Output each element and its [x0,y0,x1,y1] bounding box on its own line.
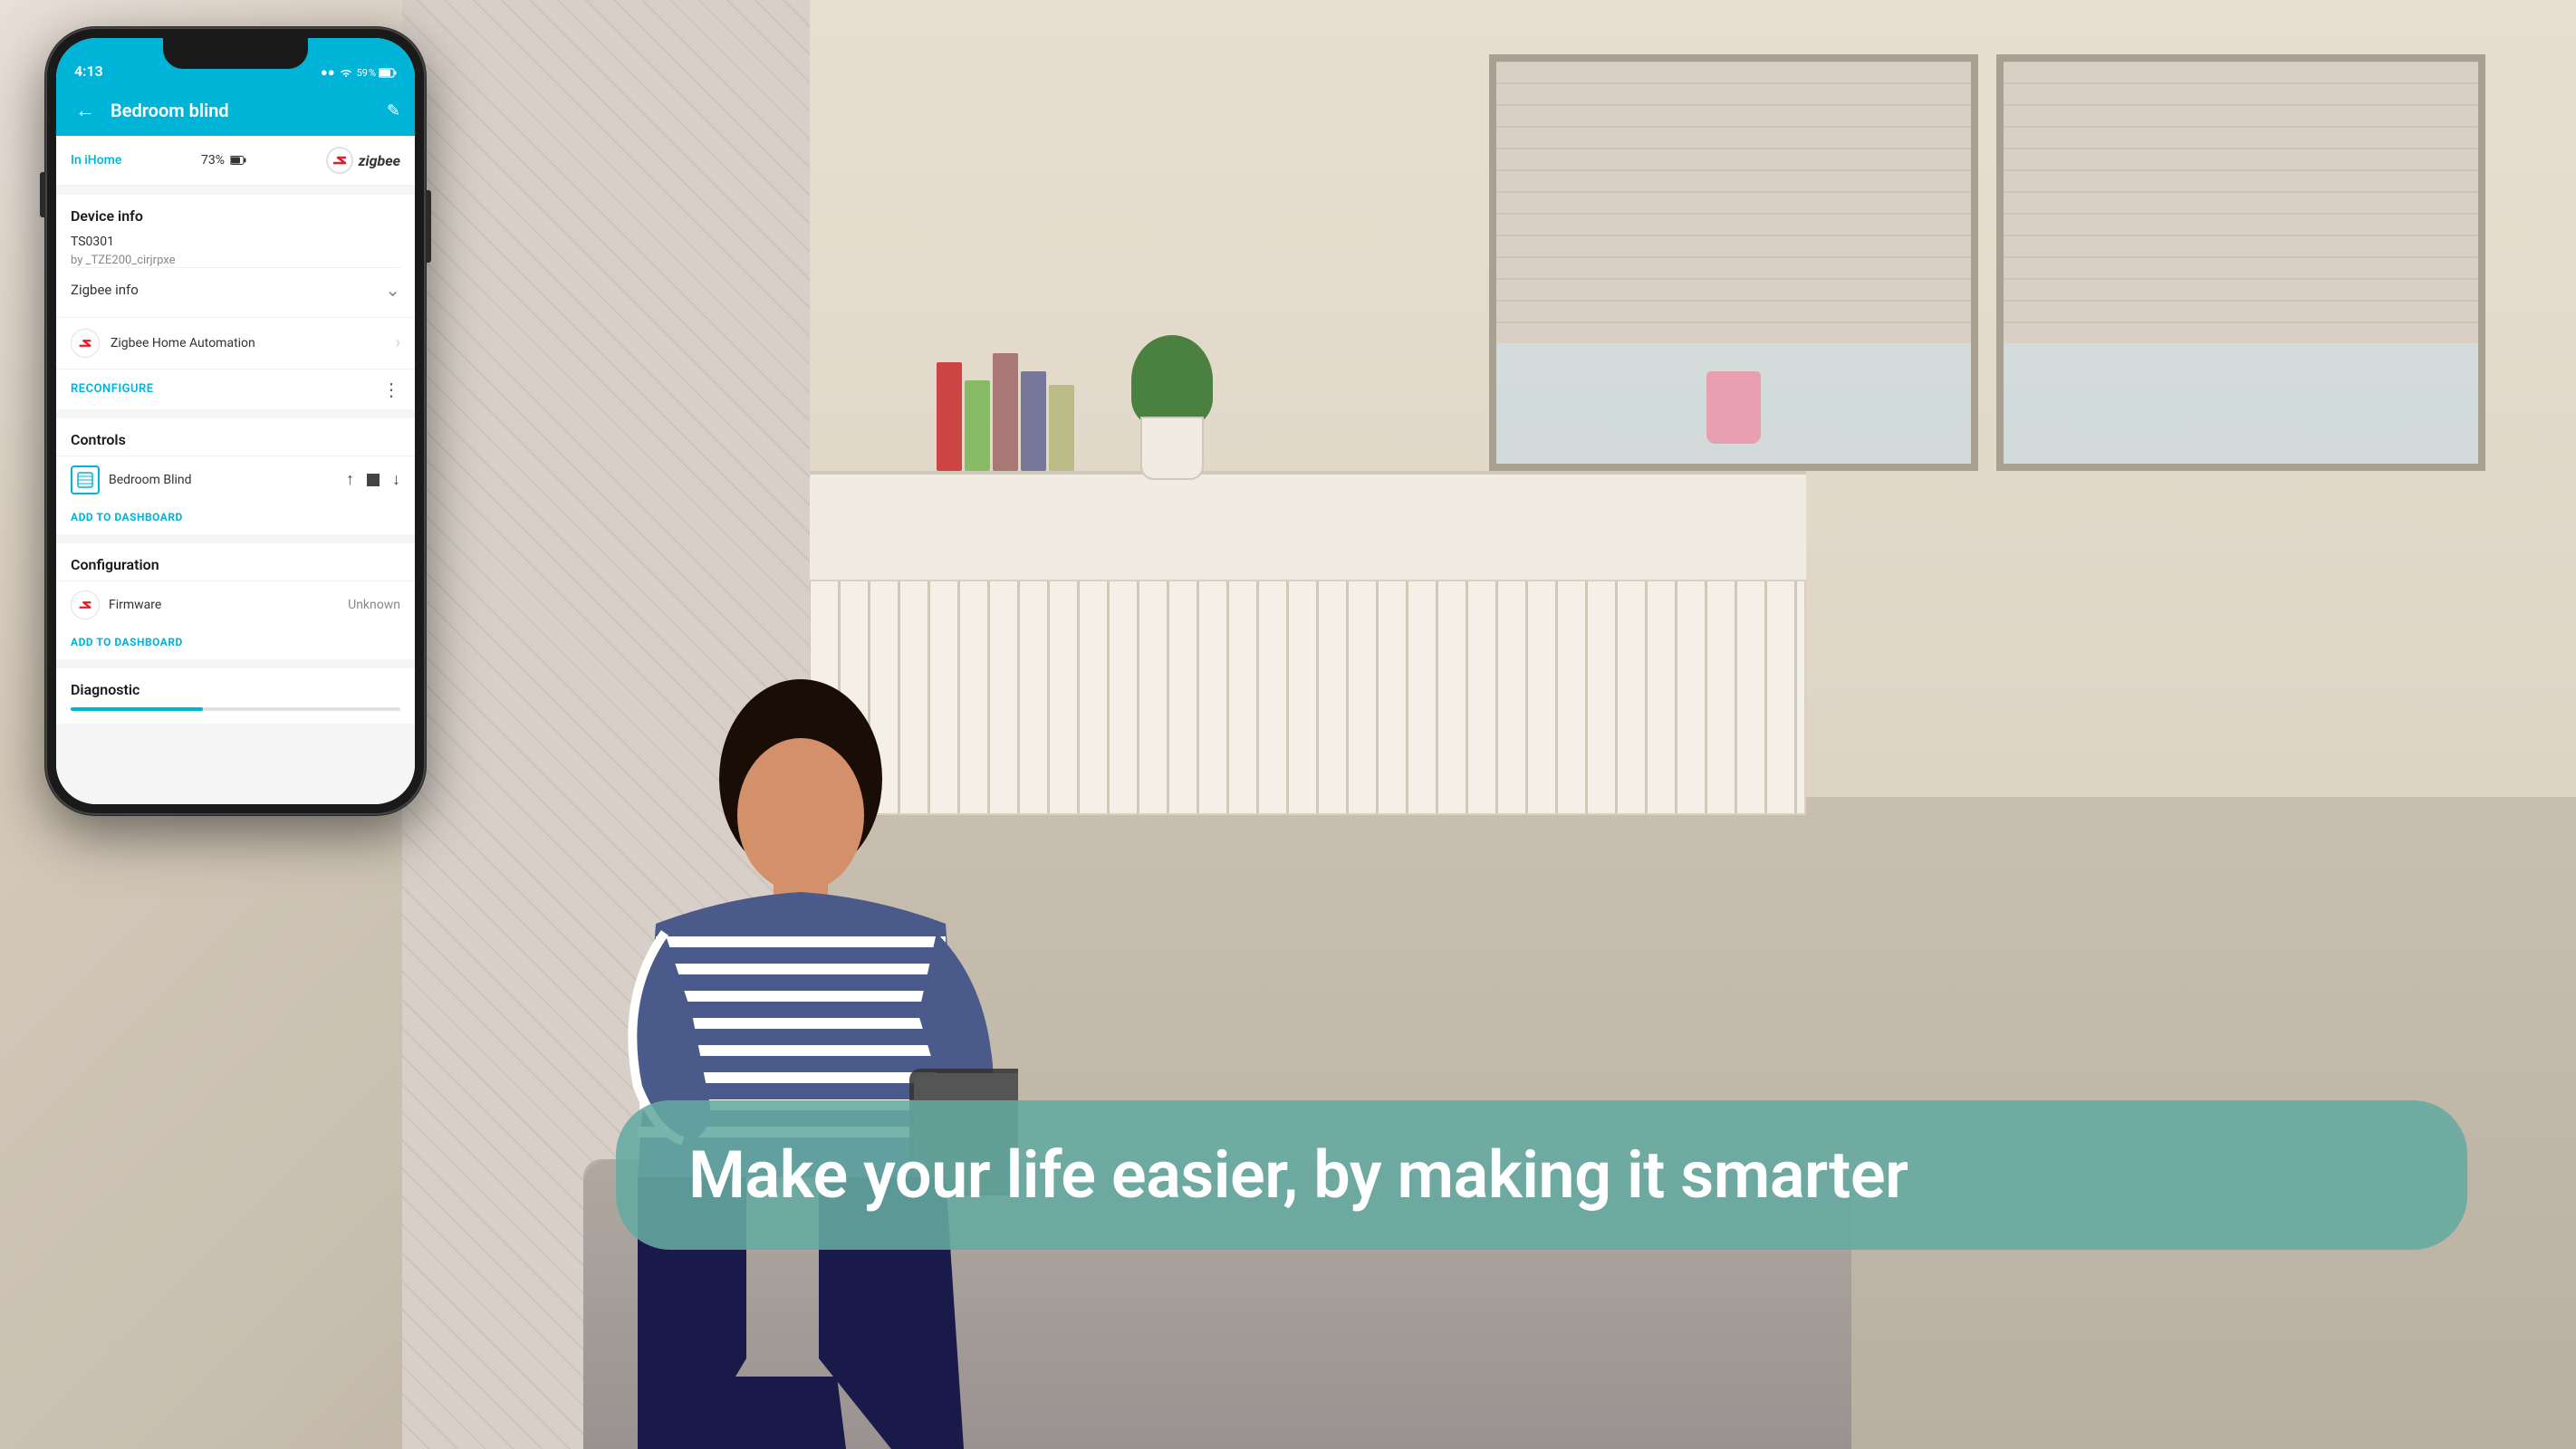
controls-title: Controls [56,418,415,456]
blind-up-button[interactable]: ↑ [346,470,354,489]
control-buttons: ↑ ↓ [346,470,400,489]
scroll-content[interactable]: In iHome 73% [56,136,415,804]
automation-left: Zigbee Home Automation [71,329,255,358]
automation-icon [71,329,100,358]
book-2 [965,380,990,471]
blind-overlay-right [2004,62,2478,343]
controls-section: Controls Bedroom Blind [56,418,415,534]
shelf [719,471,1806,580]
phone-shell: 4:13 ●● 59% [45,27,426,815]
blind-icon [71,465,100,494]
progress-bar [71,707,400,711]
blind-overlay-left [1496,62,1971,343]
phone-notch [163,38,308,69]
device-model: TS0301 [71,234,400,252]
app-header: ← Bedroom blind ✎ [56,85,415,136]
zigbee-circle [326,147,353,174]
plant [1127,326,1217,480]
firmware-row: Firmware Unknown [56,581,415,629]
window-pane-right [1996,54,2485,471]
zigbee-info-label: Zigbee info [71,282,139,298]
book-4 [1021,371,1046,471]
location-label: In iHome [71,153,121,168]
control-row: Bedroom Blind ↑ ↓ [56,456,415,504]
wifi-icon [340,67,352,78]
phone-screen: 4:13 ●● 59% [56,38,415,804]
control-device-label: Bedroom Blind [109,473,337,487]
back-button[interactable]: ← [71,99,100,122]
zigbee-info-row[interactable]: Zigbee info ⌄ [71,267,400,312]
status-time: 4:13 [74,62,103,80]
configuration-title: Configuration [56,543,415,581]
zigbee-logo: zigbee [326,147,400,174]
diagnostic-section: Diagnostic [56,668,415,724]
configuration-section: Configuration Firmware Unknown ADD TO DA… [56,543,415,659]
window-frame [1489,54,2485,471]
progress-bar-fill [71,707,203,711]
device-info-section: Device info TS0301 by _TZE200_cirjrpxe Z… [56,195,415,317]
signal-icon: ●● [321,65,335,80]
blind-stop-button[interactable] [367,474,380,486]
battery-icon: 59% [357,67,397,79]
config-add-dashboard-button[interactable]: ADD TO DASHBOARD [56,629,415,659]
blind-down-button[interactable]: ↓ [392,470,400,489]
tagline-banner: Make your life easier, by making it smar… [616,1100,2467,1250]
book-1 [937,362,962,471]
expand-icon: ⌄ [385,279,400,301]
zigbee-icon [330,150,350,170]
mug [1706,371,1761,444]
more-options-icon[interactable]: ⋮ [382,379,400,400]
firmware-zigbee-icon [71,590,100,619]
zigbee-automation-row[interactable]: Zigbee Home Automation › [56,317,415,369]
controls-add-dashboard-button[interactable]: ADD TO DASHBOARD [56,504,415,534]
phone: 4:13 ●● 59% [45,27,426,815]
edit-button[interactable]: ✎ [387,101,400,120]
battery-info: 73% [201,153,246,168]
book-3 [993,353,1018,471]
page-title: Bedroom blind [111,100,376,121]
plant-leaves [1131,335,1213,426]
firmware-label: Firmware [109,598,339,612]
book-5 [1049,385,1074,471]
zigbee-firmware-icon [76,596,94,614]
tagline-text: Make your life easier, by making it smar… [688,1137,1908,1214]
status-icons: ●● 59% [321,65,397,80]
person-silhouette [565,634,1018,1449]
book-stack [937,353,1074,471]
device-manufacturer: by _TZE200_cirjrpxe [71,254,400,267]
zigbee-small-icon [76,334,94,352]
chevron-right-icon: › [396,333,400,352]
battery-level-icon [230,156,246,165]
automation-label: Zigbee Home Automation [111,336,255,350]
reconfigure-button[interactable]: RECONFIGURE [71,382,154,396]
reconfigure-row: RECONFIGURE ⋮ [56,369,415,409]
plant-pot [1140,417,1204,480]
blind-device-icon [77,472,93,488]
zigbee-text: zigbee [359,152,400,169]
device-info-title: Device info [71,207,400,225]
firmware-value: Unknown [348,598,400,612]
diagnostic-title: Diagnostic [71,681,400,698]
info-row: In iHome 73% [56,136,415,186]
